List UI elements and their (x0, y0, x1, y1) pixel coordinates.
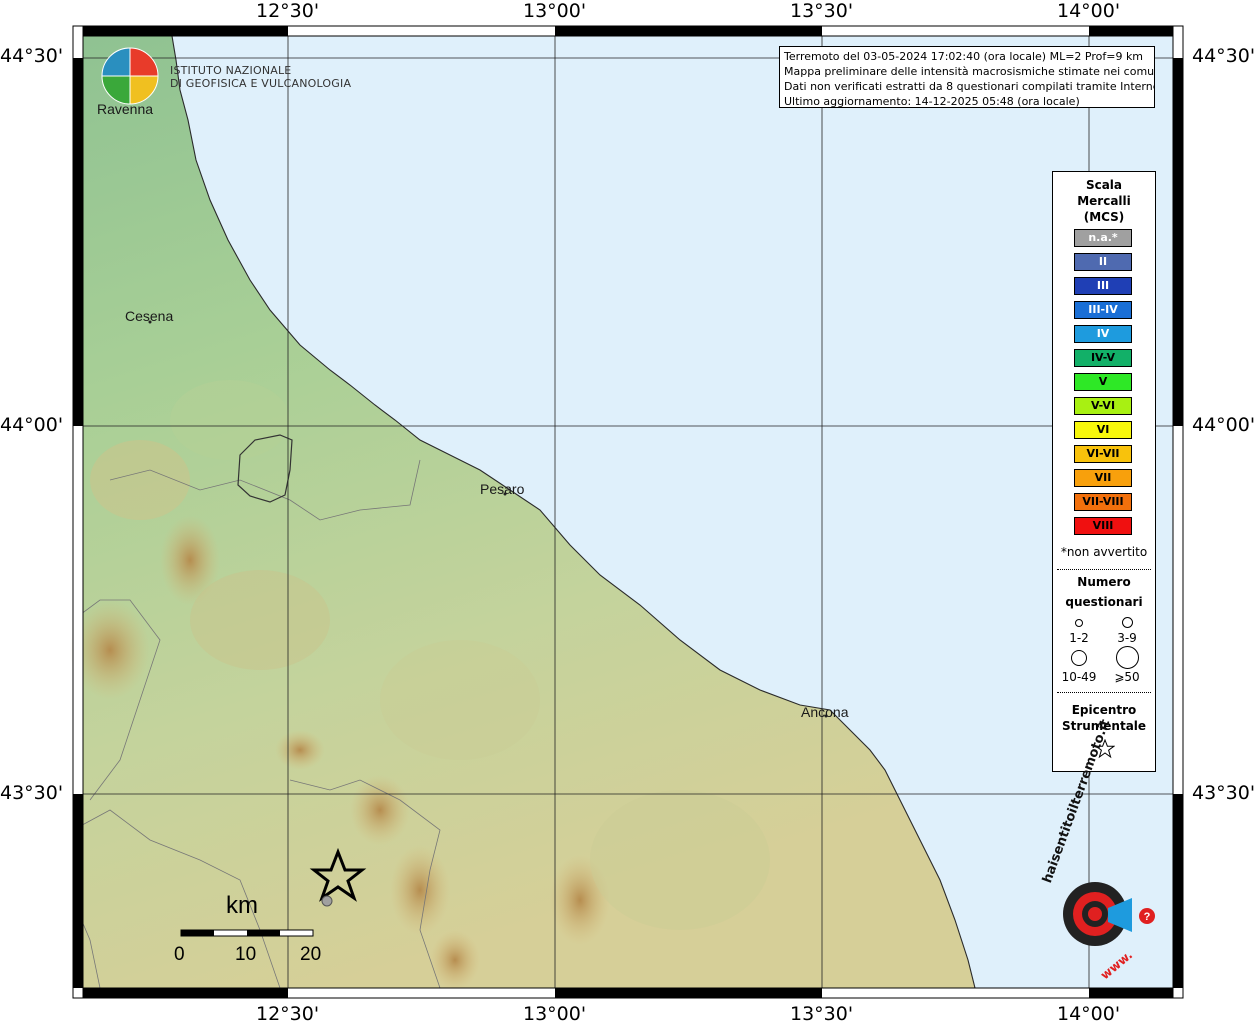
legend-swatch: II (1074, 253, 1132, 271)
ingv-logo-text: ISTITUTO NAZIONALE DI GEOFISICA E VULCAN… (170, 64, 351, 90)
scale-tick-20: 20 (300, 944, 322, 965)
city-cesena: Cesena (125, 308, 174, 324)
legend-swatch: n.a.* (1074, 229, 1132, 247)
legend-title: Scala Mercalli (MCS) (1053, 177, 1155, 225)
legend-swatch: VI (1074, 421, 1132, 439)
event-info-line3: Dati non verificati estratti da 8 questi… (784, 80, 1155, 93)
scale-tick-0: 0 (174, 944, 185, 965)
scale-bar (180, 929, 314, 937)
ingv-logo-icon (101, 47, 159, 105)
lon-label-top-1330: 13°30' (790, 0, 854, 22)
svg-text:?: ? (1144, 911, 1151, 923)
lat-label-right-4430: 44°30' (1192, 45, 1256, 67)
scale-tick-10: 10 (235, 944, 257, 965)
legend-swatch: VII (1074, 469, 1132, 487)
lat-label-left-4330: 43°30' (0, 782, 64, 804)
ingv-line2: DI GEOFISICA E VULCANOLOGIA (170, 77, 352, 90)
lat-label-right-4330: 43°30' (1192, 782, 1256, 804)
numero-title: Numero questionari (1053, 574, 1155, 610)
legend-swatch: IV-V (1074, 349, 1132, 367)
size-circle-3-9 (1122, 617, 1133, 628)
scale-unit: km (226, 892, 258, 919)
lat-label-right-4400: 44°00' (1192, 414, 1256, 436)
size-circle-50 (1116, 646, 1139, 669)
lon-label-bottom-1300: 13°00' (523, 1003, 587, 1025)
intensity-legend: Scala Mercalli (MCS) n.a.* II III III-IV IV I… (1052, 171, 1156, 772)
legend-swatch: III (1074, 277, 1132, 295)
event-info-line4: Ultimo aggiornamento: 14-12-2025 05:48 (… (784, 95, 1080, 108)
size-circle-10-49 (1071, 650, 1087, 666)
legend-separator-2 (1057, 692, 1151, 693)
legend-swatch: V-VI (1074, 397, 1132, 415)
size-circle-1-2 (1075, 619, 1083, 627)
size-label-1-2: 1-2 (1069, 631, 1089, 645)
legend-title-line1: Scala (1085, 178, 1123, 192)
legend-swatch: V (1074, 373, 1132, 391)
lon-label-bottom-1330: 13°30' (790, 1003, 854, 1025)
numero-title-line2: questionari (1065, 595, 1143, 609)
city-ravenna: Ravenna (97, 101, 154, 117)
event-info-line1: Terremoto del 03-05-2024 17:02:40 (ora l… (784, 50, 1144, 63)
lat-label-left-4400: 44°00' (0, 414, 64, 436)
lon-label-bottom-1400: 14°00' (1057, 1003, 1121, 1025)
city-ancona: Ancona (801, 704, 849, 720)
lon-label-top-1300: 13°00' (523, 0, 587, 22)
lat-label-left-4430: 44°30' (0, 45, 64, 67)
legend-swatch: IV (1074, 325, 1132, 343)
ingv-line1: ISTITUTO NAZIONALE (170, 64, 292, 77)
legend-title-line3: (MCS) (1083, 210, 1125, 224)
legend-separator (1057, 569, 1151, 570)
event-info-box: Terremoto del 03-05-2024 17:02:40 (ora l… (779, 46, 1155, 108)
legend-swatch: VII-VIII (1074, 493, 1132, 511)
size-label-50: ⩾50 (1114, 670, 1140, 684)
legend-swatch: VIII (1074, 517, 1132, 535)
size-label-3-9: 3-9 (1117, 631, 1137, 645)
city-pesaro: Pesaro (480, 481, 525, 497)
legend-title-line2: Mercalli (1077, 194, 1131, 208)
legend-swatch: VI-VII (1074, 445, 1132, 463)
numero-title-line1: Numero (1077, 575, 1131, 589)
legend-note: *non avvertito (1060, 545, 1148, 559)
lon-label-top-1400: 14°00' (1057, 0, 1121, 22)
event-info-line2: Mappa preliminare delle intensità macros… (784, 65, 1155, 78)
epicentro-title-line1: Epicentro (1071, 703, 1137, 717)
size-label-10-49: 10-49 (1061, 670, 1097, 684)
lon-label-bottom-1230: 12°30' (256, 1003, 320, 1025)
lon-label-top-1230: 12°30' (256, 0, 320, 22)
questionnaire-point (321, 895, 333, 907)
legend-swatch: III-IV (1074, 301, 1132, 319)
